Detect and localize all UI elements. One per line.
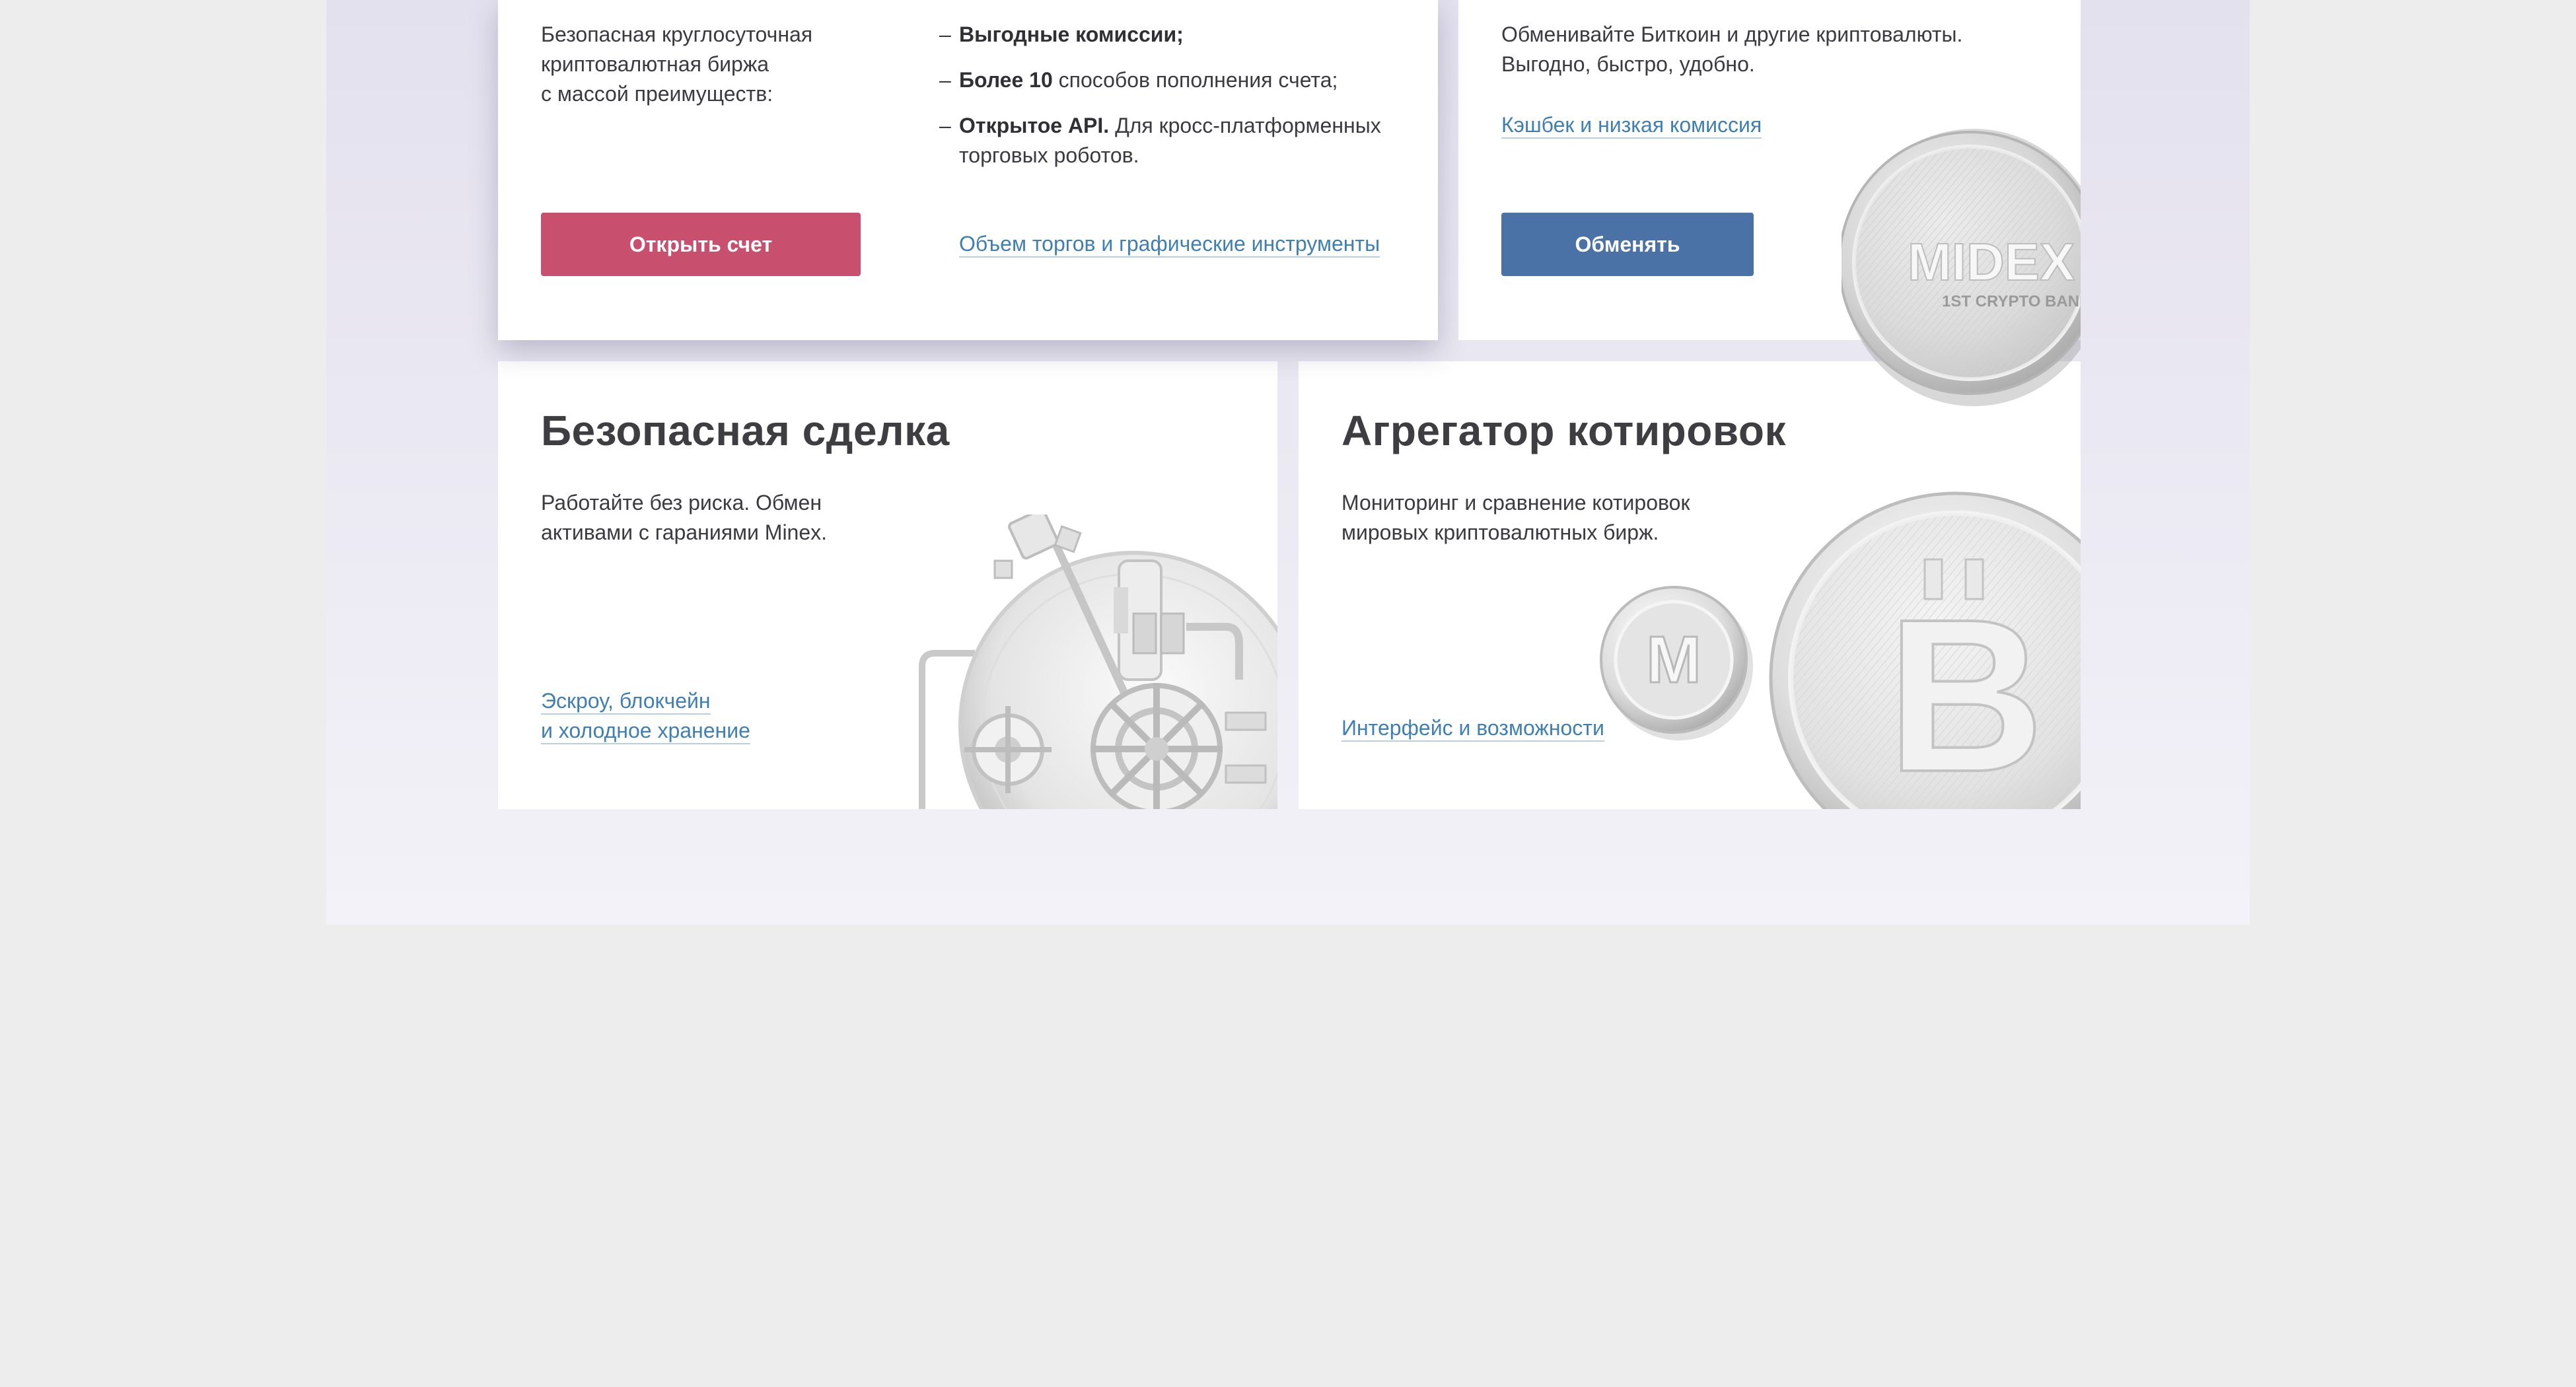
page-content-area: Безопасная круглосуточная криптовалютная… <box>326 0 2250 925</box>
open-account-button[interactable]: Открыть счет <box>541 213 861 276</box>
exchange-card: Безопасная круглосуточная криптовалютная… <box>498 0 1438 340</box>
interface-features-link[interactable]: Интерфейс и возможности <box>1342 713 1604 743</box>
swap-description: Обменивайте Биткоин и другие криптовалют… <box>1501 22 1963 76</box>
bitcoin-coin-icon: B <box>1769 491 2081 809</box>
bitcoin-coin-symbol: B <box>1887 573 2044 809</box>
midex-coin-icon: MIDEX 1ST CRYPTO BANK <box>1842 129 2081 406</box>
escrow-storage-link[interactable]: Эскроу, блокчейн и холодное хранение <box>541 686 750 746</box>
trading-volume-link[interactable]: Объем торгов и графические инструменты <box>959 229 1380 259</box>
cashback-link[interactable]: Кэшбек и низкая комиссия <box>1501 110 1762 140</box>
secure-deal-title: Безопасная сделка <box>541 407 950 454</box>
secure-deal-card: Безопасная сделка Работайте без риска. О… <box>498 361 1277 809</box>
aggregator-title: Агрегатор котировок <box>1342 407 1786 454</box>
exchange-intro-text: Безопасная круглосуточная криптовалютная… <box>541 22 813 106</box>
quotes-aggregator-card: Агрегатор котировок Мониторинг и сравнен… <box>1299 361 2081 809</box>
midex-coin-brand: MIDEX <box>1908 232 2075 291</box>
exchange-button[interactable]: Обменять <box>1501 213 1754 276</box>
minex-coin-icon: M <box>1600 586 1753 740</box>
vault-safe-icon <box>919 515 1277 809</box>
midex-coin-tagline: 1ST CRYPTO BANK <box>1942 293 2081 310</box>
secure-deal-description: Работайте без риска. Обмен активами с га… <box>541 491 828 544</box>
minex-coin-symbol: M <box>1646 623 1701 697</box>
aggregator-description: Мониторинг и сравнение котировок мировых… <box>1342 491 1690 544</box>
